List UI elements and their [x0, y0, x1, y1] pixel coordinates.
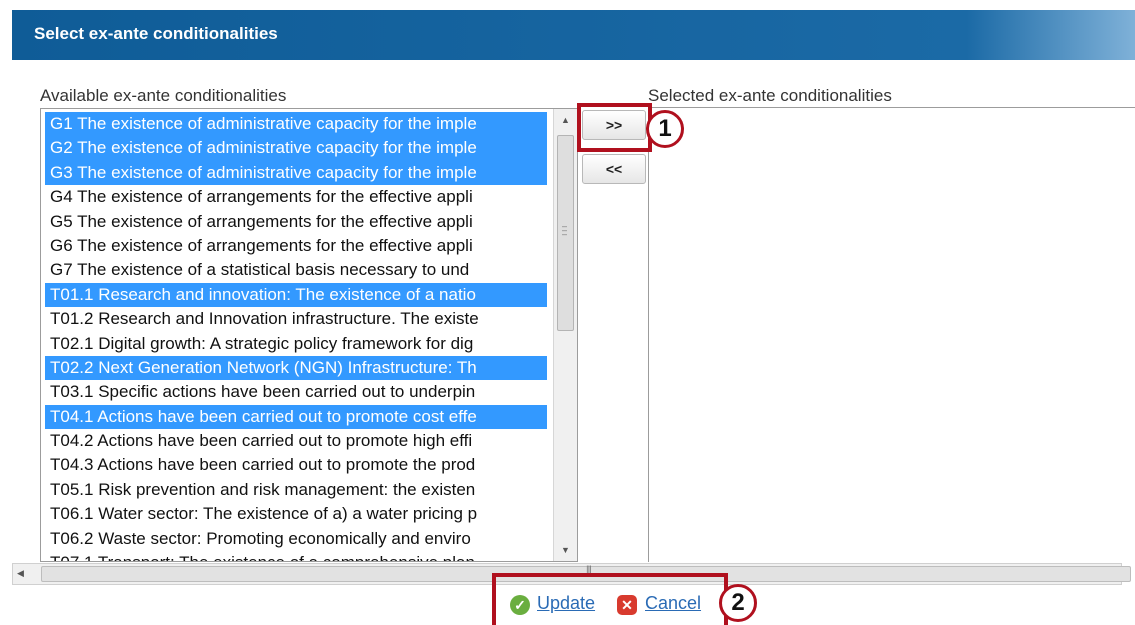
dialog-title: Select ex-ante conditionalities [34, 24, 278, 43]
scroll-left-icon[interactable]: ◀ [17, 568, 24, 579]
available-listbox[interactable]: G1 The existence of administrative capac… [40, 108, 578, 562]
selected-list-label: Selected ex-ante conditionalities [648, 86, 892, 105]
vertical-scroll-thumb[interactable]: – – – [557, 135, 574, 331]
list-item[interactable]: T02.2 Next Generation Network (NGN) Infr… [45, 355, 547, 381]
cancel-link[interactable]: Cancel [645, 593, 701, 614]
dialog-header: Select ex-ante conditionalities [12, 10, 1135, 60]
list-item[interactable]: T04.3 Actions have been carried out to p… [45, 453, 547, 477]
remove-selected-button[interactable]: << [582, 154, 646, 184]
list-item[interactable]: G7 The existence of a statistical basis … [45, 258, 547, 282]
grip-icon: – – – [562, 221, 568, 239]
list-item[interactable]: T06.1 Water sector: The existence of a) … [45, 502, 547, 526]
callout-step1: 1 [646, 110, 684, 148]
list-item[interactable]: T05.1 Risk prevention and risk managemen… [45, 478, 547, 502]
list-item[interactable]: T01.1 Research and innovation: The exist… [45, 282, 547, 308]
list-item[interactable]: G2 The existence of administrative capac… [45, 136, 547, 161]
update-link[interactable]: Update [537, 593, 595, 614]
selected-listbox[interactable] [648, 107, 1135, 562]
x-square-icon: ✕ [617, 595, 637, 615]
list-item[interactable]: T03.1 Specific actions have been carried… [45, 380, 547, 404]
scroll-down-icon[interactable]: ▼ [554, 539, 577, 561]
vertical-scrollbar[interactable]: ▲ – – – ▼ [553, 109, 577, 561]
list-item[interactable]: T06.2 Waste sector: Promoting economical… [45, 527, 547, 551]
list-item[interactable]: G3 The existence of administrative capac… [45, 160, 547, 186]
available-list-label: Available ex-ante conditionalities [40, 86, 287, 105]
list-item[interactable]: T04.2 Actions have been carried out to p… [45, 429, 547, 453]
check-circle-icon: ✓ [510, 595, 530, 615]
list-item[interactable]: G6 The existence of arrangements for the… [45, 234, 547, 258]
list-item[interactable]: G1 The existence of administrative capac… [45, 112, 547, 137]
list-item[interactable]: T04.1 Actions have been carried out to p… [45, 404, 547, 430]
highlight-box-step1 [577, 103, 652, 152]
list-item[interactable]: G4 The existence of arrangements for the… [45, 185, 547, 209]
callout-step2: 2 [719, 584, 757, 622]
available-list-items: G1 The existence of administrative capac… [45, 112, 547, 561]
scroll-up-icon[interactable]: ▲ [554, 109, 577, 131]
list-item[interactable]: T07.1 Transport: The existence of a comp… [45, 551, 547, 561]
list-item[interactable]: T02.1 Digital growth: A strategic policy… [45, 332, 547, 356]
list-item[interactable]: T01.2 Research and Innovation infrastruc… [45, 307, 547, 331]
list-item[interactable]: G5 The existence of arrangements for the… [45, 210, 547, 234]
